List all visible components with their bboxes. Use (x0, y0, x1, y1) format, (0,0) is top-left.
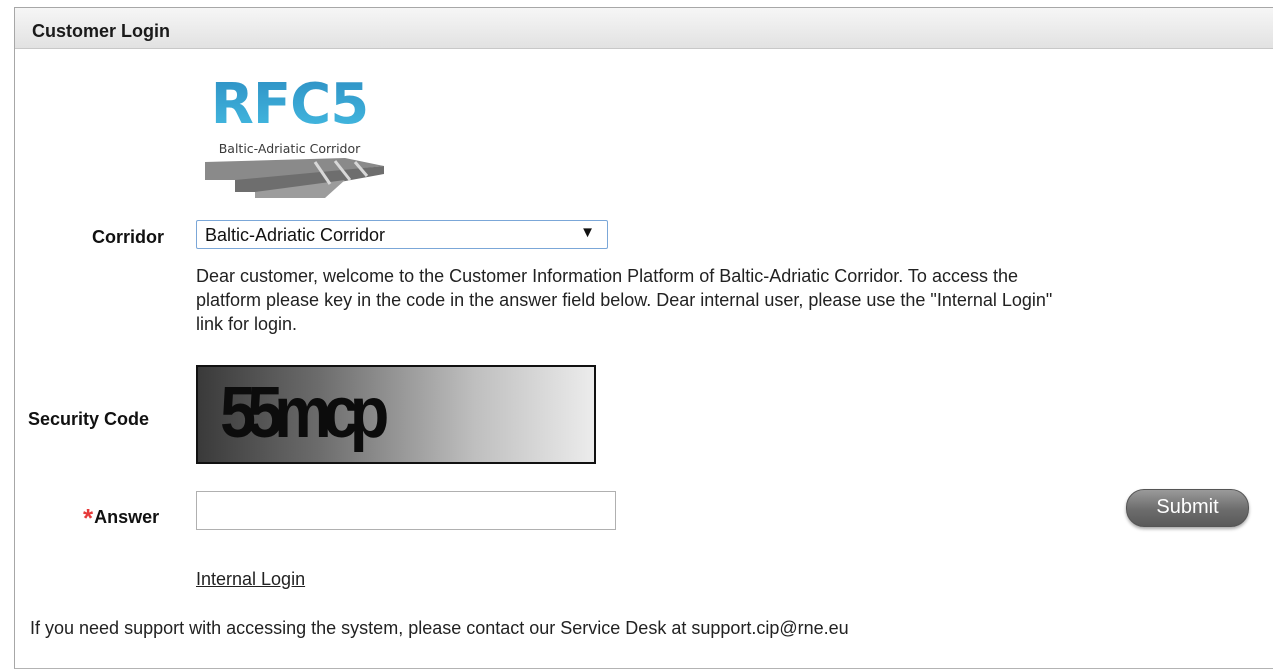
logo-text: RFC5 (195, 72, 384, 138)
answer-label-text: Answer (94, 507, 160, 527)
logo-subtitle: Baltic-Adriatic Corridor (218, 141, 361, 156)
rail-tracks-icon (205, 158, 384, 198)
welcome-message: Dear customer, welcome to the Customer I… (196, 266, 1053, 334)
internal-login-link[interactable]: Internal Login (196, 569, 305, 590)
rfc5-logo: RFC5 Baltic-Adriatic Corridor (195, 72, 384, 198)
panel-title: Customer Login (32, 21, 170, 41)
corridor-select[interactable]: Baltic-Adriatic Corridor ▼ (196, 220, 608, 249)
chevron-down-icon: ▼ (580, 224, 595, 241)
panel-header: Customer Login (15, 8, 1273, 49)
corridor-label: Corridor (92, 227, 164, 247)
required-asterisk: * (83, 503, 94, 533)
corridor-selected-value: Baltic-Adriatic Corridor (205, 225, 386, 245)
answer-label: *Answer (83, 499, 160, 533)
answer-input[interactable] (196, 491, 616, 530)
submit-button[interactable]: Submit (1126, 489, 1249, 527)
captcha-text: 55mcp (220, 373, 389, 453)
security-code-label: Security Code (28, 409, 150, 429)
captcha-image: 55mcp (196, 365, 596, 464)
support-text: If you need support with accessing the s… (30, 618, 849, 638)
